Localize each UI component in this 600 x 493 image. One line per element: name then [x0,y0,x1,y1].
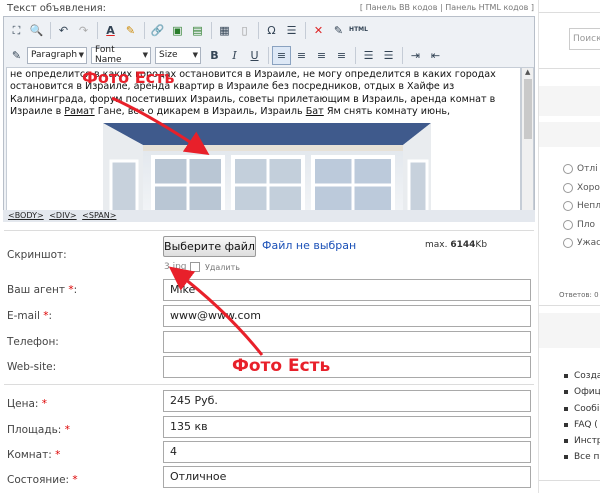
italic-button[interactable]: I [225,46,244,65]
agent-input[interactable]: Mike [163,279,531,301]
uploaded-file-name[interactable]: 3.jpg [164,262,187,272]
max-size: max. 6144Kb [425,240,488,250]
annotation-bottom: Фото Есть [232,356,331,376]
align-center-icon[interactable]: ≡ [292,46,311,65]
area-input[interactable]: 135 кв [163,416,531,438]
redo-icon[interactable]: ↷ [74,21,93,40]
phone-input[interactable] [163,331,531,353]
align-left-icon[interactable]: ≡ [272,45,291,65]
underline-button[interactable]: U [245,46,264,65]
phone-label: Телефон: [7,336,59,348]
align-right-icon[interactable]: ≡ [312,46,331,65]
annotation-top: Фото Есть [82,68,175,87]
embedded-room-photo [103,123,431,221]
html-source-icon[interactable]: HTML [349,21,368,40]
email-input[interactable]: www@www.com [163,305,531,327]
right-sidebar: Поиск Отлі Хоро Неплі Пло Ужас Ответов: … [538,0,600,493]
align-justify-icon[interactable]: ≡ [332,46,351,65]
condition-input[interactable]: Отличное [163,466,531,488]
wysiwyg-editor: ⛶ 🔍 ↶ ↷ A ✎ 🔗 ▣ ▤ ▦ ▯ Ω ☰ ✕ ✎ HTML ✎ Par… [3,16,535,222]
image-icon[interactable]: ▣ [168,21,187,40]
font-select[interactable]: Font Name ▼ [91,45,151,65]
delete-checkbox[interactable] [190,262,200,272]
preview-icon[interactable]: ⛶ [7,21,26,40]
sidebar-search-input[interactable]: Поиск [569,28,600,50]
editor-toolbar-row-2: ✎ Paragraph ▼ Font Name ▼ Size ▼ B I U ≡ ≡ … [4,43,534,67]
bb-panel-link[interactable]: Панель BB кодов [366,3,438,12]
bullet-list-icon[interactable]: ☰ [379,46,398,65]
sidebar-nav-item[interactable]: FAQ ( [564,420,598,430]
poll-option[interactable]: Пло [563,220,595,230]
rooms-input[interactable]: 4 [163,441,531,463]
bold-button[interactable]: B [205,46,224,65]
ad-form: Текст объявления: [ Панель BB кодов | Па… [0,0,538,493]
tag-span[interactable]: <SPAN> [82,211,116,220]
poll-answers-count: Ответов: 0 [559,291,599,299]
screenshot-label: Скриншот: [7,249,67,261]
condition-label: Состояние: * [7,474,78,486]
website-label: Web-site: [7,361,57,373]
poll-option[interactable]: Ужас [563,238,600,248]
sidebar-nav-item[interactable]: Инстр [564,436,600,446]
clean-icon[interactable]: ✎ [329,21,348,40]
rooms-label: Комнат: * [7,449,61,461]
page-break-icon[interactable]: ▯ [235,21,254,40]
sidebar-nav-item[interactable]: Сообі [564,404,599,414]
flash-icon[interactable]: ▤ [188,21,207,40]
list-icon[interactable]: ☰ [282,21,301,40]
highlight-icon[interactable]: ✎ [121,21,140,40]
price-label: Цена: * [7,398,48,410]
outdent-icon[interactable]: ⇤ [426,46,445,65]
find-icon[interactable]: 🔍 [27,21,46,40]
panel-links: [ Панель BB кодов | Панель HTML кодов ] [359,3,534,12]
table-icon[interactable]: ▦ [215,21,234,40]
price-input[interactable]: 245 Руб. [163,390,531,412]
email-label: E-mail *: [7,310,53,322]
poll-option[interactable]: Неплі [563,201,600,211]
remove-format-icon[interactable]: ✕ [309,21,328,40]
file-status: Файл не выбран [262,239,357,252]
poll-option[interactable]: Хоро [563,183,600,193]
tag-body[interactable]: <BODY> [8,211,44,220]
website-input[interactable] [163,356,531,378]
link-icon[interactable]: 🔗 [148,21,167,40]
font-color-icon[interactable]: A [101,21,120,40]
editor-tag-path: <BODY> <DIV> <SPAN> [3,210,535,222]
special-char-icon[interactable]: Ω [262,21,281,40]
area-label: Площадь: * [7,424,70,436]
indent-icon[interactable]: ⇥ [406,46,425,65]
numbered-list-icon[interactable]: ☰ [359,46,378,65]
html-panel-link[interactable]: Панель HTML кодов [445,3,528,12]
poll-option[interactable]: Отлі [563,164,598,174]
styles-icon[interactable]: ✎ [7,46,26,65]
editor-toolbar-row-1: ⛶ 🔍 ↶ ↷ A ✎ 🔗 ▣ ▤ ▦ ▯ Ω ☰ ✕ ✎ HTML [4,18,534,42]
undo-icon[interactable]: ↶ [54,21,73,40]
sidebar-nav-item[interactable]: Созда [564,371,600,381]
sidebar-nav-item[interactable]: Офиц [564,387,600,397]
agent-label: Ваш агент *: [7,284,78,296]
choose-file-button[interactable]: Выберите файл [163,236,256,257]
ad-text-label: Текст объявления: [7,3,107,14]
delete-label: Удалить [205,263,240,272]
tag-div[interactable]: <DIV> [49,211,76,220]
size-select[interactable]: Size ▼ [155,46,201,64]
format-select[interactable]: Paragraph ▼ [27,46,87,64]
sidebar-nav-item[interactable]: Все п [564,452,599,462]
editor-content-area[interactable]: не определится в каких городах остановит… [6,67,521,222]
editor-scrollbar[interactable]: ▲ ▼ [521,67,534,222]
